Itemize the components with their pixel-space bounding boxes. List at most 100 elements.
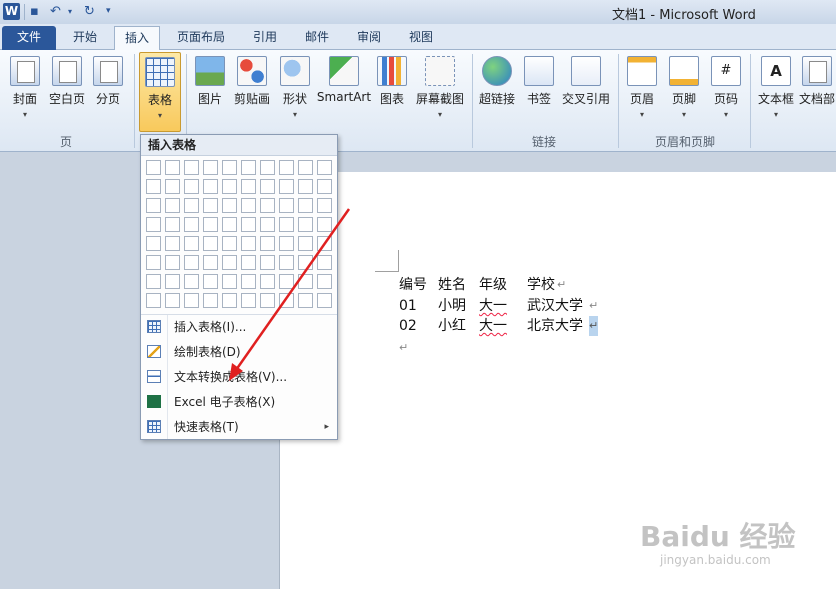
table-grid-cell[interactable]	[165, 274, 180, 289]
table-grid-cell[interactable]	[184, 160, 199, 175]
table-grid-cell[interactable]	[203, 236, 218, 251]
table-grid-cell[interactable]	[279, 217, 294, 232]
table-grid-cell[interactable]	[241, 198, 256, 213]
table-grid-cell[interactable]	[260, 274, 275, 289]
shapes-button[interactable]: 形状 ▾	[276, 54, 314, 130]
table-grid-cell[interactable]	[260, 179, 275, 194]
table-grid-cell[interactable]	[222, 293, 237, 308]
table-grid-cell[interactable]	[222, 160, 237, 175]
table-grid-cell[interactable]	[203, 198, 218, 213]
table-grid-cell[interactable]	[184, 293, 199, 308]
table-grid-cell[interactable]	[222, 236, 237, 251]
customize-qat-icon[interactable]: ▾	[106, 3, 111, 20]
table-grid-cell[interactable]	[203, 293, 218, 308]
table-grid-cell[interactable]	[222, 198, 237, 213]
bookmark-button[interactable]: 书签	[522, 54, 556, 130]
table-grid-cell[interactable]	[317, 217, 332, 232]
table-grid-cell[interactable]	[298, 160, 313, 175]
table-grid-cell[interactable]	[146, 198, 161, 213]
menu-item-insert-table[interactable]: 插入表格(I)...	[141, 315, 337, 339]
table-grid-cell[interactable]	[165, 236, 180, 251]
screenshot-button[interactable]: 屏幕截图 ▾	[412, 54, 468, 130]
tab-page-layout[interactable]: 页面布局	[166, 26, 236, 50]
table-grid-cell[interactable]	[279, 255, 294, 270]
table-grid-cell[interactable]	[165, 217, 180, 232]
table-grid-cell[interactable]	[298, 179, 313, 194]
table-grid-cell[interactable]	[241, 293, 256, 308]
table-grid-cell[interactable]	[260, 255, 275, 270]
table-grid-cell[interactable]	[184, 236, 199, 251]
tab-references[interactable]: 引用	[242, 26, 288, 50]
table-button[interactable]: 表格 ▾	[139, 52, 181, 132]
table-grid-cell[interactable]	[203, 160, 218, 175]
table-grid-cell[interactable]	[241, 255, 256, 270]
table-grid-cell[interactable]	[146, 255, 161, 270]
table-grid-cell[interactable]	[317, 274, 332, 289]
clip-art-button[interactable]: 剪贴画	[230, 54, 274, 130]
table-grid-cell[interactable]	[222, 274, 237, 289]
table-grid-cell[interactable]	[298, 198, 313, 213]
table-grid-cell[interactable]	[203, 255, 218, 270]
table-grid-cell[interactable]	[298, 274, 313, 289]
table-grid-cell[interactable]	[184, 274, 199, 289]
table-grid-cell[interactable]	[146, 236, 161, 251]
table-grid-cell[interactable]	[279, 198, 294, 213]
table-grid-cell[interactable]	[241, 274, 256, 289]
table-grid-cell[interactable]	[222, 255, 237, 270]
cross-reference-button[interactable]: 交叉引用	[560, 54, 612, 130]
table-grid-cell[interactable]	[279, 236, 294, 251]
table-grid-cell[interactable]	[241, 160, 256, 175]
table-grid-cell[interactable]	[241, 179, 256, 194]
table-grid-cell[interactable]	[317, 160, 332, 175]
table-grid-cell[interactable]	[260, 236, 275, 251]
table-grid-cell[interactable]	[146, 293, 161, 308]
menu-item-quick-tables[interactable]: 快速表格(T) ▸	[141, 415, 337, 439]
menu-item-convert-text-to-table[interactable]: 文本转换成表格(V)...	[141, 365, 337, 389]
table-grid-cell[interactable]	[298, 217, 313, 232]
tab-review[interactable]: 审阅	[346, 26, 392, 50]
table-grid-cell[interactable]	[184, 217, 199, 232]
table-grid-cell[interactable]	[165, 160, 180, 175]
table-grid-cell[interactable]	[279, 293, 294, 308]
blank-page-button[interactable]: 空白页	[46, 54, 88, 130]
page-break-button[interactable]: 分页	[90, 54, 126, 130]
table-grid-cell[interactable]	[279, 160, 294, 175]
undo-icon[interactable]: ↶	[50, 3, 61, 20]
tab-file[interactable]: 文件	[2, 26, 56, 50]
table-grid-cell[interactable]	[260, 217, 275, 232]
smartart-button[interactable]: SmartArt	[316, 54, 372, 130]
menu-item-excel-spreadsheet[interactable]: Excel 电子表格(X)	[141, 390, 337, 414]
page-number-button[interactable]: # 页码 ▾	[708, 54, 744, 130]
hyperlink-button[interactable]: 超链接	[476, 54, 518, 130]
undo-dropdown-icon[interactable]: ▾	[68, 3, 72, 20]
table-grid-cell[interactable]	[146, 179, 161, 194]
table-grid-cell[interactable]	[298, 255, 313, 270]
footer-button[interactable]: 页脚 ▾	[666, 54, 702, 130]
table-grid-cell[interactable]	[260, 198, 275, 213]
table-grid-cell[interactable]	[317, 198, 332, 213]
table-grid-cell[interactable]	[203, 217, 218, 232]
text-box-button[interactable]: A 文本框 ▾	[756, 54, 796, 130]
tab-mailings[interactable]: 邮件	[294, 26, 340, 50]
table-grid-cell[interactable]	[203, 179, 218, 194]
table-grid-cell[interactable]	[317, 255, 332, 270]
table-grid-cell[interactable]	[298, 293, 313, 308]
table-grid-cell[interactable]	[146, 160, 161, 175]
picture-button[interactable]: 图片	[192, 54, 228, 130]
tab-insert[interactable]: 插入	[114, 26, 160, 51]
word-logo-icon[interactable]: W	[3, 3, 20, 20]
table-grid-cell[interactable]	[260, 293, 275, 308]
menu-item-draw-table[interactable]: 绘制表格(D)	[141, 340, 337, 364]
table-grid-cell[interactable]	[184, 198, 199, 213]
table-grid-cell[interactable]	[203, 274, 218, 289]
header-button[interactable]: 页眉 ▾	[624, 54, 660, 130]
redo-icon[interactable]: ↻	[84, 3, 95, 20]
table-grid-cell[interactable]	[317, 179, 332, 194]
tab-view[interactable]: 视图	[398, 26, 444, 50]
table-grid-cell[interactable]	[279, 179, 294, 194]
table-grid-cell[interactable]	[165, 255, 180, 270]
table-grid-cell[interactable]	[146, 217, 161, 232]
table-grid-cell[interactable]	[317, 236, 332, 251]
table-grid-cell[interactable]	[165, 198, 180, 213]
table-grid-cell[interactable]	[165, 179, 180, 194]
